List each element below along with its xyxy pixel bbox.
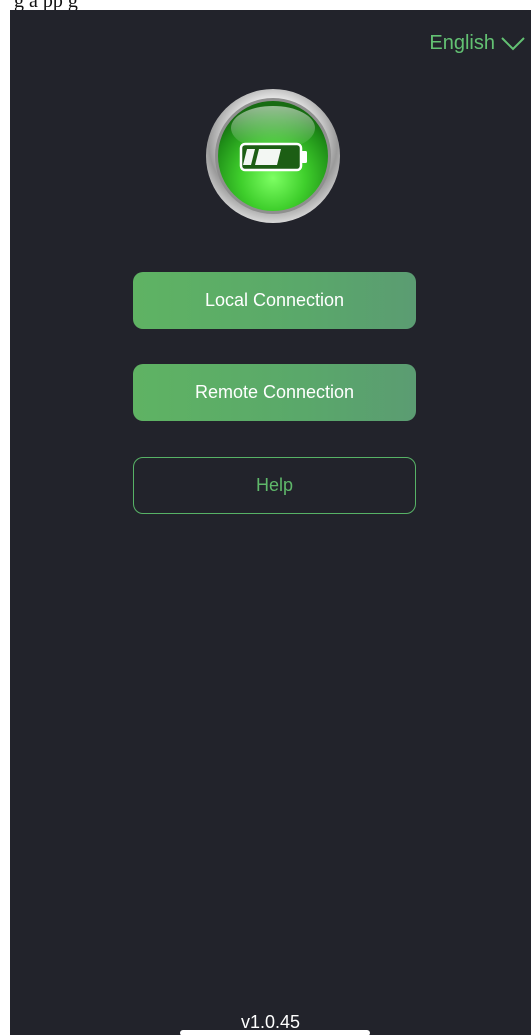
battery-logo-icon — [206, 89, 340, 223]
cropped-caption-text: g a pp g — [0, 0, 531, 10]
language-label: English — [429, 32, 495, 54]
app-screen: English Local Connection Remote Connecti… — [10, 10, 531, 1035]
remote-connection-button[interactable]: Remote Connection — [133, 364, 416, 421]
language-selector[interactable]: English — [429, 32, 525, 55]
local-connection-button[interactable]: Local Connection — [133, 272, 416, 329]
home-indicator[interactable] — [180, 1030, 370, 1035]
chevron-down-icon — [501, 36, 525, 50]
help-button[interactable]: Help — [133, 457, 416, 514]
